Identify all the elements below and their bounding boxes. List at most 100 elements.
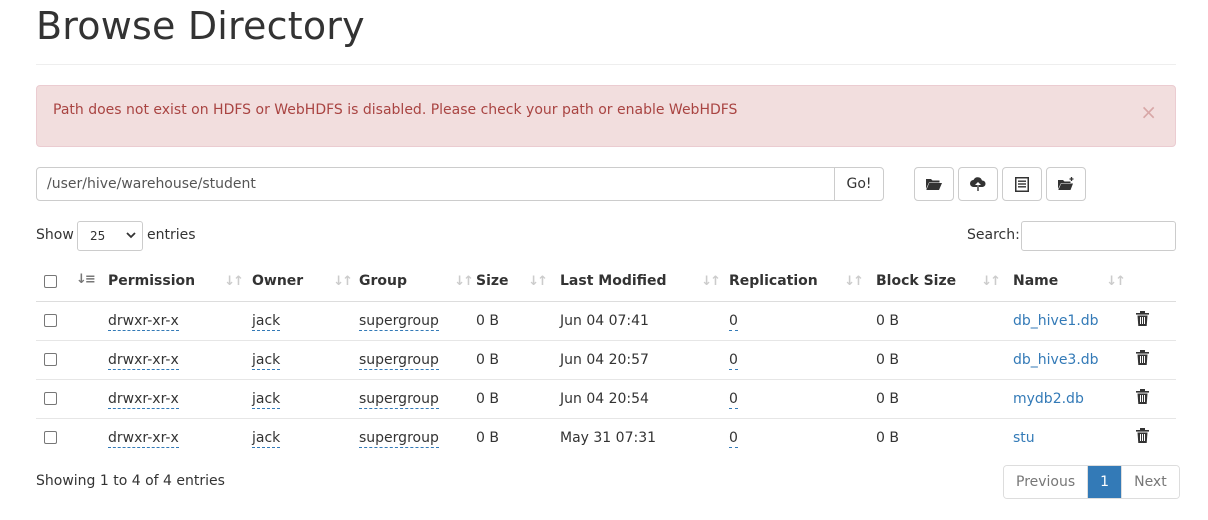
- col-replication[interactable]: Replication ↓↑: [729, 262, 876, 302]
- delete-button[interactable]: [1136, 389, 1149, 408]
- delete-button[interactable]: [1136, 428, 1149, 447]
- table-row: drwxr-xr-x jack supergroup 0 B Jun 04 20:54 0…: [36, 378, 1176, 418]
- col-block-size[interactable]: Block Size ↓↑: [876, 262, 1013, 302]
- next-button[interactable]: Next: [1121, 466, 1179, 498]
- sort-icon: ↓↑: [1106, 274, 1126, 289]
- sort-icon: ↓↑: [454, 274, 474, 289]
- col-permission[interactable]: Permission ↓↑: [108, 262, 252, 302]
- error-alert: Path does not exist on HDFS or WebHDFS i…: [36, 85, 1176, 147]
- group-cell: supergroup: [359, 339, 476, 379]
- trash-icon: [1136, 428, 1149, 444]
- permission-link[interactable]: drwxr-xr-x: [108, 390, 179, 409]
- name-cell: stu: [1013, 417, 1134, 457]
- owner-link[interactable]: jack: [252, 312, 281, 331]
- col-replication-label: Replication: [729, 273, 818, 290]
- col-size[interactable]: Size ↓↑: [476, 262, 560, 302]
- replication-link[interactable]: 0: [729, 312, 738, 331]
- name-link[interactable]: mydb2.db: [1013, 391, 1084, 407]
- group-link[interactable]: supergroup: [359, 390, 439, 409]
- delete-button[interactable]: [1136, 350, 1149, 369]
- sort-icon: ↓↑: [528, 274, 548, 289]
- group-cell: supergroup: [359, 301, 476, 340]
- block-size-cell: 0 B: [876, 312, 899, 329]
- previous-button[interactable]: Previous: [1004, 466, 1088, 498]
- table-header-row: ↓≡ Permission ↓↑ Owner ↓↑ Group ↓↑ Size …: [36, 262, 1176, 302]
- show-label: Show: [36, 227, 74, 243]
- sort-header[interactable]: ↓≡: [68, 262, 108, 302]
- new-folder-button[interactable]: [1046, 167, 1086, 201]
- sort-icon: ↓↑: [981, 274, 1001, 289]
- page-1-button[interactable]: 1: [1087, 466, 1122, 498]
- trash-icon: [1136, 389, 1149, 404]
- name-cell: db_hive1.db: [1013, 301, 1134, 340]
- replication-link[interactable]: 0: [729, 351, 738, 370]
- permission-cell: drwxr-xr-x: [108, 378, 252, 418]
- owner-link[interactable]: jack: [252, 390, 281, 409]
- close-icon[interactable]: ×: [1140, 102, 1157, 122]
- folder-open-icon: [926, 179, 942, 190]
- entries-select-value: 25: [90, 229, 106, 243]
- select-all-checkbox[interactable]: [44, 274, 57, 288]
- col-permission-label: Permission: [108, 273, 196, 290]
- permission-link[interactable]: drwxr-xr-x: [108, 429, 179, 448]
- name-cell: db_hive3.db: [1013, 339, 1134, 379]
- group-link[interactable]: supergroup: [359, 312, 439, 331]
- sort-icon: ↓↑: [224, 274, 244, 289]
- go-button[interactable]: Go!: [834, 167, 884, 201]
- delete-cell: [1134, 378, 1176, 418]
- owner-link[interactable]: jack: [252, 429, 281, 448]
- row-spacer: [68, 301, 108, 340]
- col-owner[interactable]: Owner ↓↑: [252, 262, 359, 302]
- replication-cell: 0: [729, 339, 876, 379]
- trash-icon: [1136, 350, 1149, 365]
- upload-button[interactable]: [958, 167, 998, 201]
- folder-new-icon: [1058, 177, 1074, 190]
- replication-link[interactable]: 0: [729, 390, 738, 409]
- row-spacer: [68, 417, 108, 457]
- permission-cell: drwxr-xr-x: [108, 301, 252, 340]
- sort-icon: ↓↑: [701, 274, 721, 289]
- block-size-cell: 0 B: [876, 378, 1013, 418]
- owner-cell: jack: [252, 378, 359, 418]
- row-checkbox[interactable]: [44, 392, 57, 405]
- search-input[interactable]: [1021, 221, 1176, 251]
- col-owner-label: Owner: [252, 273, 304, 290]
- permission-cell: drwxr-xr-x: [108, 339, 252, 379]
- replication-link[interactable]: 0: [729, 429, 738, 448]
- row-checkbox[interactable]: [44, 314, 57, 327]
- col-block-size-label: Block Size: [876, 273, 957, 290]
- delete-button[interactable]: [1136, 311, 1149, 330]
- size-cell: 0 B: [476, 417, 560, 457]
- entries-select[interactable]: 25: [77, 221, 143, 251]
- group-cell: supergroup: [359, 378, 476, 418]
- col-name-label: Name: [1013, 273, 1059, 290]
- row-checkbox[interactable]: [44, 353, 57, 366]
- row-select-cell: [36, 339, 68, 379]
- col-name[interactable]: Name ↓↑: [1013, 262, 1134, 302]
- group-link[interactable]: supergroup: [359, 351, 439, 370]
- permission-link[interactable]: drwxr-xr-x: [108, 351, 179, 370]
- row-checkbox[interactable]: [44, 431, 57, 445]
- col-group[interactable]: Group ↓↑: [359, 262, 476, 302]
- owner-link[interactable]: jack: [252, 351, 281, 370]
- col-last-modified[interactable]: Last Modified ↓↑: [560, 262, 729, 302]
- name-link[interactable]: db_hive1.db: [1013, 313, 1099, 329]
- trash-icon: [1136, 311, 1149, 326]
- list-view-button[interactable]: [1002, 167, 1042, 201]
- list-icon: [1015, 176, 1029, 192]
- owner-cell: jack: [252, 417, 359, 457]
- page-title: Browse Directory: [36, 4, 365, 48]
- entries-label: entries: [147, 227, 196, 243]
- select-all-header[interactable]: [36, 262, 68, 302]
- row-select-cell: [36, 301, 68, 340]
- row-spacer: [68, 339, 108, 379]
- name-link[interactable]: db_hive3.db: [1013, 352, 1099, 368]
- col-group-label: Group: [359, 273, 408, 290]
- sort-asc-icon[interactable]: ↓≡: [76, 272, 96, 287]
- name-link[interactable]: stu: [1013, 430, 1035, 446]
- group-link[interactable]: supergroup: [359, 429, 439, 448]
- path-input[interactable]: /user/hive/warehouse/student: [36, 167, 835, 201]
- delete-cell: [1134, 301, 1176, 340]
- permission-link[interactable]: drwxr-xr-x: [108, 312, 179, 331]
- open-folder-button[interactable]: [914, 167, 954, 201]
